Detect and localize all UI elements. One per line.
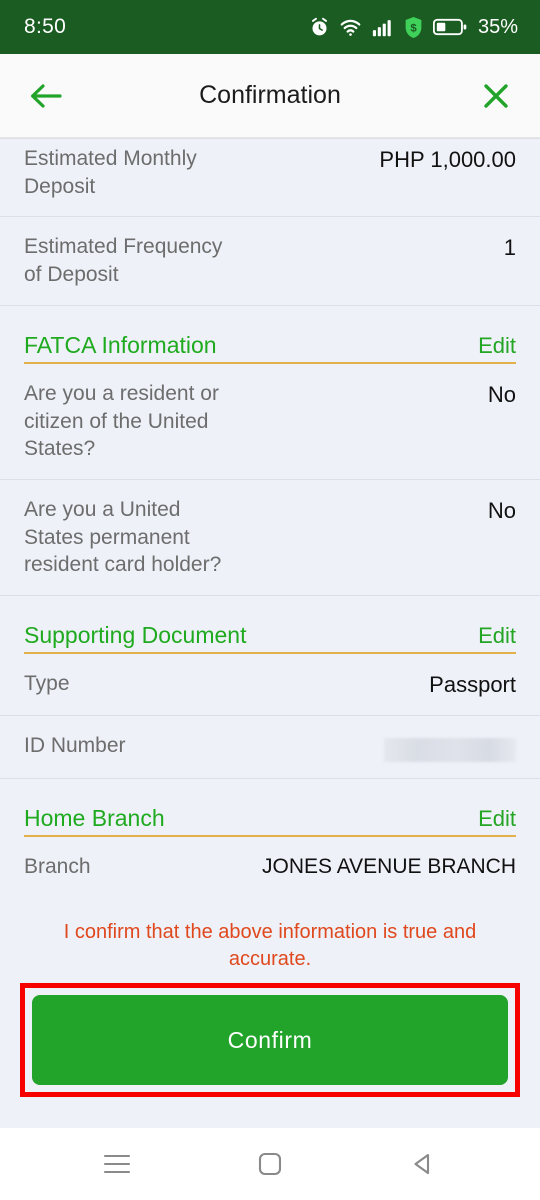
row-label: Estimated Monthly Deposit: [24, 147, 197, 198]
edit-fatca-link[interactable]: Edit: [478, 333, 516, 359]
row-value: Passport: [429, 672, 516, 698]
status-time: 8:50: [24, 15, 67, 38]
app-bar: Confirmation: [0, 54, 540, 138]
edit-home-branch-link[interactable]: Edit: [478, 806, 516, 832]
confirm-button-area: Confirm: [0, 983, 540, 1098]
row-value: PHP 1,000.00: [379, 147, 516, 172]
section-title: Supporting Document: [24, 622, 247, 649]
section-header: FATCA Information Edit: [24, 332, 516, 364]
android-nav-bar: [0, 1128, 540, 1200]
section-home-branch: Home Branch Edit: [0, 779, 540, 838]
row-branch: Branch JONES AVENUE BRANCH: [0, 837, 540, 897]
row-fatca-resident: Are you a resident or citizen of the Uni…: [0, 364, 540, 481]
back-triangle-icon[interactable]: [393, 1134, 453, 1194]
row-value-redacted: [126, 732, 516, 763]
confirmation-content[interactable]: Estimated Monthly Deposit PHP 1,000.00 E…: [0, 138, 540, 1128]
highlight-annotation-box: Confirm: [20, 983, 520, 1098]
wifi-icon: [339, 17, 362, 38]
confirm-button[interactable]: Confirm: [32, 995, 508, 1086]
confirmation-note: I confirm that the above information is …: [63, 921, 477, 971]
home-square-icon[interactable]: [240, 1134, 300, 1194]
status-bar: 8:50 $ 35%: [0, 0, 540, 54]
row-label: Estimated Frequency of Deposit: [24, 235, 223, 287]
section-title: Home Branch: [24, 805, 165, 832]
page-title: Confirmation: [199, 81, 341, 109]
row-fatca-green-card: Are you a United States permanent reside…: [0, 480, 540, 597]
status-icon-group: $ 35%: [309, 16, 518, 39]
battery-percent: 35%: [477, 15, 518, 38]
section-header: Supporting Document Edit: [24, 622, 516, 655]
battery-icon: [432, 17, 467, 37]
phone-screen: 8:50 $ 35% Confirmation Estimated Monthl…: [0, 0, 540, 1200]
row-label: Are you a United States permanent reside…: [24, 498, 222, 577]
signal-icon: [371, 17, 394, 38]
edit-supporting-document-link[interactable]: Edit: [478, 623, 516, 649]
alarm-icon: [309, 17, 330, 38]
svg-text:$: $: [410, 22, 417, 34]
row-id-number: ID Number: [0, 716, 540, 780]
row-value: No: [487, 381, 516, 407]
row-label: ID Number: [24, 734, 126, 758]
row-label: Branch: [24, 855, 91, 879]
menu-icon[interactable]: [87, 1134, 147, 1194]
back-arrow-icon[interactable]: [24, 74, 68, 118]
close-icon[interactable]: [474, 74, 518, 118]
section-supporting-document: Supporting Document Edit: [0, 596, 540, 655]
row-value: JONES AVENUE BRANCH: [262, 855, 516, 879]
redacted-id-number: [384, 738, 516, 763]
row-value: No: [487, 498, 516, 524]
section-title: FATCA Information: [24, 331, 217, 358]
content-bottom-spacer: [0, 1097, 540, 1116]
section-fatca: FATCA Information Edit: [0, 306, 540, 364]
row-value: 1: [503, 235, 516, 261]
row-label: Type: [24, 672, 70, 696]
section-header: Home Branch Edit: [24, 805, 516, 838]
row-label: Are you a resident or citizen of the Uni…: [24, 381, 219, 461]
row-frequency-of-deposit: Estimated Frequency of Deposit 1: [0, 217, 540, 306]
row-document-type: Type Passport: [0, 654, 540, 717]
row-monthly-deposit: Estimated Monthly Deposit PHP 1,000.00: [0, 138, 540, 218]
money-shield-icon: $: [403, 16, 424, 39]
